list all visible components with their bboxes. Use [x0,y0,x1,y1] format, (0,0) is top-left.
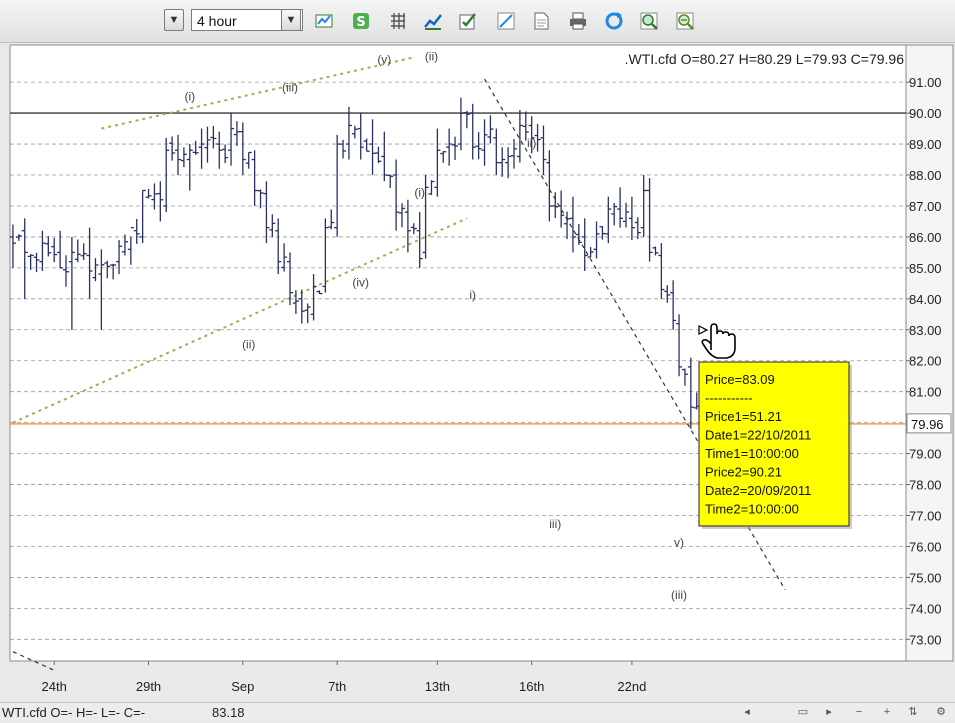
x-tick-label: 22nd [617,679,646,694]
zoom-in-button[interactable] [637,8,661,34]
tooltip-line: Price1=51.21 [705,409,782,424]
y-tick-label: 73.00 [909,632,942,647]
y-tick-label: 77.00 [909,509,942,524]
status-ohlc-text: WTI.cfd O=- H=- L=- C=- [2,705,146,720]
wave-label: (ii) [242,337,255,351]
status-scale-icon[interactable]: ⇅ [906,706,920,718]
chevron-down-icon: ▼ [168,14,180,26]
x-tick-label: Sep [231,679,254,694]
y-tick-label: 86.00 [909,230,942,245]
wave-label: ii) [527,136,536,150]
wave-label: (iv) [352,275,369,289]
y-tick-label: 87.00 [909,199,942,214]
tooltip-line: Date2=20/09/2011 [705,483,811,498]
status-nav-left-icon[interactable]: ◂ [740,706,754,718]
y-tick-label: 79.00 [909,447,942,462]
status-scroll-left-icon[interactable]: ▭ [796,706,810,718]
status-zoom-out-icon[interactable]: − [852,706,866,718]
y-tick-label: 88.00 [909,168,942,183]
crosshair-grid-button[interactable] [386,8,410,34]
svg-text:S: S [356,15,365,30]
y-tick-label: 75.00 [909,570,942,585]
y-tick-label: 78.00 [909,478,942,493]
check-edit-icon [459,13,476,30]
x-tick-label: 24th [42,679,67,694]
check-edit-button[interactable] [456,8,480,34]
y-tick-label: 76.00 [909,539,942,554]
status-bar: WTI.cfd O=- H=- L=- C=- 83.18 ◂ ▭ ▸ − + … [0,702,955,721]
document-icon [534,12,549,30]
plot-area[interactable] [9,44,907,662]
wave-label: i) [469,288,476,302]
tooltip-line: Time1=10:00:00 [705,446,799,461]
status-price-value: 83.18 [212,705,245,720]
tooltip-line: Date1=22/10/2011 [705,428,811,443]
tooltip-line: Price=83.09 [705,372,775,387]
document-button[interactable] [529,8,553,34]
timeframe-value: 4 hour [197,13,237,29]
wave-label: (i) [184,90,195,104]
print-icon [570,12,586,30]
x-tick-label: 29th [136,679,161,694]
x-tick-label: 7th [328,679,346,694]
y-tick-label: 83.00 [909,323,942,338]
status-scroll-right-icon[interactable]: ▸ [822,706,836,718]
y-tick-label: 85.00 [909,261,942,276]
price-chart[interactable]: 73.00 74.00 75.00 76.00 77.00 78.00 79.00 81.00… [9,15,955,720]
chart-canvas[interactable]: 73.00 74.00 75.00 76.00 77.00 78.00 79.00 81.00… [9,15,955,720]
new-chart-icon [315,14,333,28]
y-tick-label: 89.00 [909,137,942,152]
wave-label: (v) [377,53,391,67]
x-tick-label: 13th [425,679,450,694]
y-tick-label: 90.00 [909,106,942,121]
wave-label: (iii) [282,80,298,94]
chevron-down-icon: ▼ [285,14,297,26]
new-chart-button[interactable] [312,8,336,34]
symbol-dropdown-button[interactable]: ▼ [164,9,184,31]
wave-label: (ii) [425,49,438,63]
wave-label: (iii) [671,588,687,602]
header-ohlc-text: .WTI.cfd O=80.27 H=80.29 L=79.93 C=79.96 [625,51,905,67]
y-tick-label: 84.00 [909,292,942,307]
y-tick-label: 74.00 [909,601,942,616]
status-settings-icon[interactable]: ⚙ [934,706,948,718]
draw-line-button[interactable] [494,8,518,34]
tooltip-line: Time2=10:00:00 [705,502,799,517]
draw-line-icon [497,12,515,30]
zoom-out-button[interactable] [673,8,697,34]
refresh-button[interactable] [602,8,626,34]
print-button[interactable] [566,8,590,34]
wave-label: v) [674,535,684,549]
current-price-label: 79.96 [911,417,944,432]
y-tick-label: 82.00 [909,354,942,369]
tooltip-line: ----------- [705,391,753,406]
refresh-icon [605,12,623,30]
tooltip-line: Price2=90.21 [705,465,782,480]
x-tick-label: 16th [519,679,544,694]
indicator-s-icon: S [353,13,369,30]
indicator-s-button[interactable]: S [349,8,373,34]
zoom-in-icon [640,12,658,30]
y-tick-label: 81.00 [909,385,942,400]
y-tick-label: 91.00 [909,75,942,90]
wave-label: (i) [414,186,425,200]
zoom-out-icon [676,12,694,30]
toolbar: ▼ 4 hour ▼ S [0,0,955,43]
trend-chart-button[interactable] [421,8,445,34]
timeframe-dropdown-button[interactable]: ▼ [281,9,301,31]
crosshair-grid-icon [391,13,405,29]
trend-chart-icon [424,14,442,30]
wave-label: iii) [549,517,561,531]
status-zoom-in-icon[interactable]: + [880,706,894,718]
